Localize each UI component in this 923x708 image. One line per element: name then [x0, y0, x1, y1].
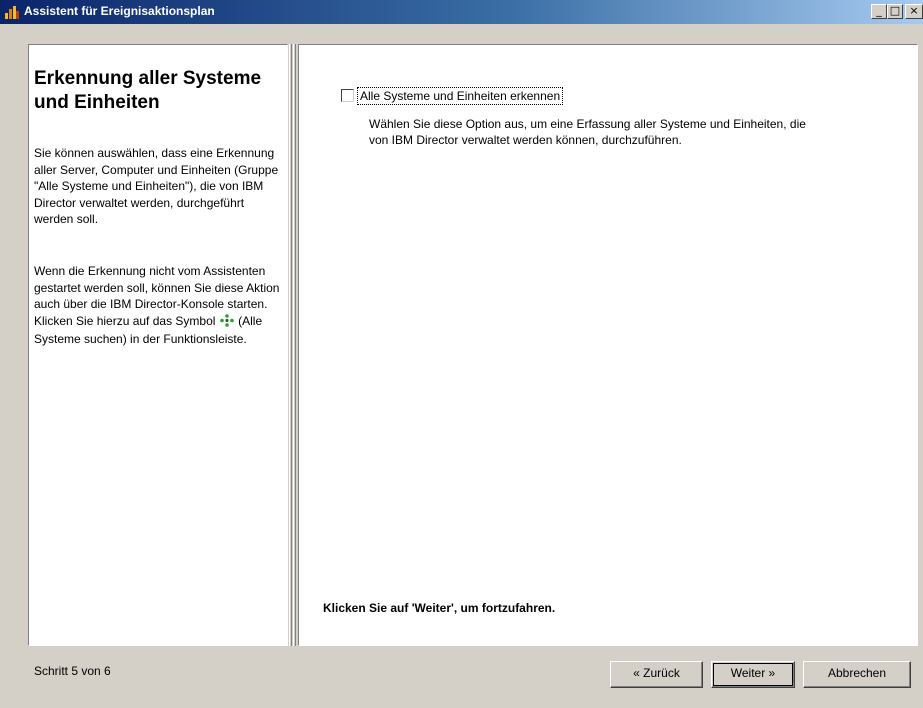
wizard-app-icon: [4, 4, 20, 20]
divider-line-right: [293, 44, 296, 646]
discover-all-systems-icon: [219, 313, 234, 332]
back-button[interactable]: « Zurück: [610, 661, 703, 688]
description-panel: Erkennung aller Systeme und Einheiten Si…: [28, 44, 288, 646]
close-icon: ×: [909, 4, 919, 17]
discover-all-checkbox[interactable]: [341, 89, 354, 102]
window-title: Assistent für Ereignisaktionsplan: [24, 4, 215, 18]
option-description: Wählen Sie diese Option aus, um eine Erf…: [369, 117, 806, 147]
discover-all-checkbox-label[interactable]: Alle Systeme und Einheiten erkennen: [357, 87, 564, 105]
description-paragraph-1: Sie können auswählen, dass eine Erkennun…: [34, 146, 279, 226]
step-indicator: Schritt 5 von 6: [34, 664, 111, 678]
options-panel: Alle Systeme und Einheiten erkennen Wähl…: [298, 44, 918, 646]
title-bar[interactable]: Assistent für Ereignisaktionsplan _ □ ×: [0, 0, 923, 24]
cancel-button[interactable]: Abbrechen: [803, 661, 911, 688]
maximize-icon: □: [889, 4, 901, 17]
minimize-icon: _: [876, 4, 882, 17]
continue-hint: Klicken Sie auf 'Weiter', um fortzufahre…: [323, 601, 556, 615]
minimize-button[interactable]: _: [871, 4, 887, 19]
divider-line-left: [289, 44, 292, 646]
maximize-button[interactable]: □: [887, 4, 903, 19]
panel-divider[interactable]: [288, 44, 298, 646]
next-button[interactable]: Weiter »: [711, 661, 795, 688]
description-paragraph-2: Wenn die Erkennung nicht vom Assistenten…: [34, 263, 284, 348]
panel-heading: Erkennung aller Systeme und Einheiten: [34, 68, 262, 113]
close-button[interactable]: ×: [905, 4, 923, 19]
